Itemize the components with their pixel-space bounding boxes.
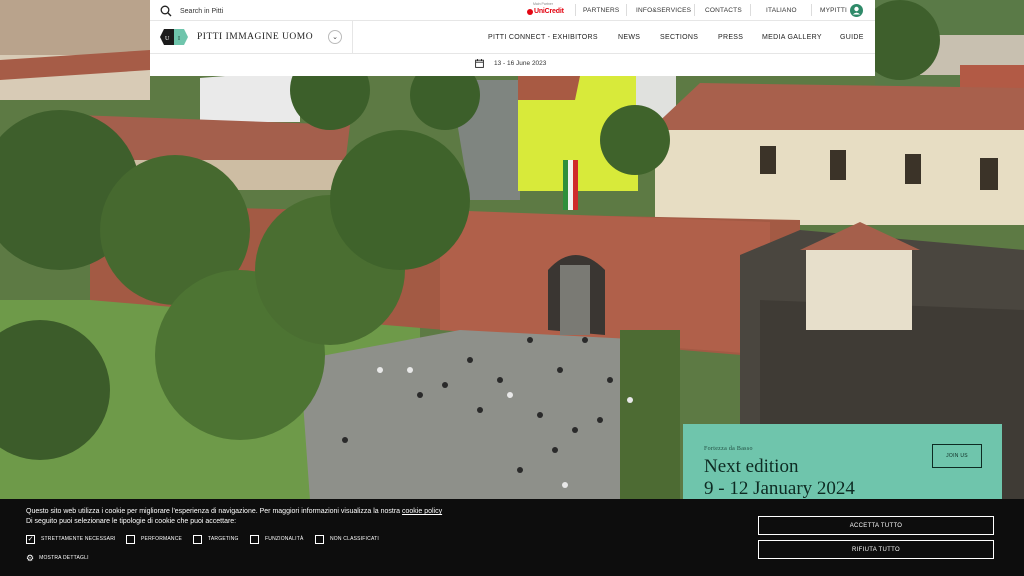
cookie-option-performance[interactable]: PERFORMANCE xyxy=(126,534,182,544)
svg-text:U: U xyxy=(165,36,170,42)
nav-media-gallery[interactable]: MEDIA GALLERY xyxy=(762,21,822,54)
checkbox-unclassified[interactable] xyxy=(315,534,324,544)
language-label: ITALIANO xyxy=(766,6,797,14)
divider xyxy=(575,4,576,16)
checkbox-functionality[interactable] xyxy=(250,534,259,544)
check-icon: ✓ xyxy=(27,535,34,543)
topnav-contacts[interactable]: CONTACTS xyxy=(705,0,742,20)
topnav-mypitti[interactable]: MYPITTI xyxy=(820,0,847,20)
nav-sections-label: SECTIONS xyxy=(660,34,699,41)
pitti-logo-icon[interactable]: U I xyxy=(160,29,188,45)
cookie-option-functionality[interactable]: FUNZIONALITÀ xyxy=(250,534,304,544)
cookie-option-unclassified[interactable]: NON CLASSIFICATI xyxy=(315,534,379,544)
cookie-option-label: FUNZIONALITÀ xyxy=(265,536,304,542)
cookie-option-label: NON CLASSIFICATI xyxy=(330,536,379,542)
cookie-text-intro: Questo sito web utilizza i cookie per mi… xyxy=(26,508,403,515)
partner-name: UniCredit xyxy=(534,8,564,15)
reject-all-label: RIFIUTA TUTTO xyxy=(852,546,900,553)
cookie-option-label: PERFORMANCE xyxy=(141,536,183,542)
divider xyxy=(626,4,627,16)
reject-all-button[interactable]: RIFIUTA TUTTO xyxy=(758,540,994,559)
site-header: Search in Pitti Main Partner UniCredit P… xyxy=(150,0,875,76)
nav-press[interactable]: PRESS xyxy=(718,21,743,54)
topnav-partners-label: PARTNERS xyxy=(583,6,620,14)
calendar-icon xyxy=(475,59,484,68)
nav-guide[interactable]: GUIDE xyxy=(840,21,864,54)
divider xyxy=(694,4,695,16)
partner-caption: Main Partner xyxy=(533,2,554,6)
nav-media-gallery-label: MEDIA GALLERY xyxy=(762,34,822,41)
cookie-subtext: Di seguito puoi selezionare le tipologie… xyxy=(26,518,237,525)
join-us-label: JOIN US xyxy=(946,453,968,459)
nav-news[interactable]: NEWS xyxy=(618,21,640,54)
accept-all-label: ACCETTA TUTTO xyxy=(849,522,903,529)
main-bar: U I PITTI IMMAGINE UOMO ⌄ PITTI CONNECT … xyxy=(150,21,875,54)
edition-title: Next edition xyxy=(704,456,799,477)
accept-all-button[interactable]: ACCETTA TUTTO xyxy=(758,516,994,535)
nav-sections[interactable]: SECTIONS xyxy=(660,21,698,54)
event-date-bar: 13 - 16 June 2023 xyxy=(150,54,875,76)
nav-guide-label: GUIDE xyxy=(840,34,864,41)
user-account-button[interactable] xyxy=(850,4,863,17)
edition-dates: 9 - 12 January 2024 xyxy=(704,478,855,499)
utility-bar: Search in Pitti Main Partner UniCredit P… xyxy=(150,0,875,21)
svg-text:I: I xyxy=(178,36,180,42)
cookie-banner: Questo sito web utilizza i cookie per mi… xyxy=(0,499,1024,576)
nav-press-label: PRESS xyxy=(718,34,744,41)
cookie-option-necessary[interactable]: ✓ STRETTAMENTE NECESSARI xyxy=(26,534,116,544)
checkbox-targeting[interactable] xyxy=(193,534,202,544)
search-trigger[interactable]: Search in Pitti xyxy=(160,4,223,18)
language-switch[interactable]: ITALIANO xyxy=(766,0,797,20)
cookie-option-targeting[interactable]: TARGETING xyxy=(193,534,239,544)
checkbox-necessary[interactable]: ✓ xyxy=(26,534,35,544)
event-dates-text: 13 - 16 June 2023 xyxy=(494,60,547,67)
checkbox-performance[interactable] xyxy=(126,534,135,544)
user-icon xyxy=(852,6,861,15)
show-details-button[interactable]: ⚙ MOSTRA DETTAGLI xyxy=(26,553,89,563)
nav-news-label: NEWS xyxy=(618,34,641,41)
topnav-info-services[interactable]: INFO&SERVICES xyxy=(636,0,691,20)
cookie-option-label: TARGETING xyxy=(208,536,239,542)
search-label: Search in Pitti xyxy=(180,7,224,15)
join-us-button[interactable]: JOIN US xyxy=(932,444,982,468)
brand-name[interactable]: PITTI IMMAGINE UOMO xyxy=(197,32,313,42)
divider xyxy=(811,4,812,16)
topnav-info-services-label: INFO&SERVICES xyxy=(636,6,692,14)
nav-pitti-connect-label: PITTI CONNECT - EXHIBITORS xyxy=(488,34,598,41)
unicredit-icon xyxy=(527,8,533,15)
topnav-mypitti-label: MYPITTI xyxy=(820,6,848,14)
divider xyxy=(352,21,353,54)
topnav-contacts-label: CONTACTS xyxy=(705,6,742,14)
show-details-label: MOSTRA DETTAGLI xyxy=(39,555,89,561)
unicredit-logo: UniCredit xyxy=(527,8,564,15)
main-partner-logo[interactable]: Main Partner UniCredit xyxy=(527,2,564,18)
divider xyxy=(750,4,751,16)
nav-pitti-connect[interactable]: PITTI CONNECT - EXHIBITORS xyxy=(488,21,598,54)
search-icon xyxy=(160,5,172,17)
cookie-text: Questo sito web utilizza i cookie per mi… xyxy=(26,508,442,515)
chevron-down-icon: ⌄ xyxy=(332,33,338,41)
event-dates: 13 - 16 June 2023 xyxy=(475,59,546,68)
gear-icon: ⚙ xyxy=(26,552,35,563)
cookie-option-label: STRETTAMENTE NECESSARI xyxy=(41,536,116,542)
edition-venue: Fortezza da Basso xyxy=(704,446,753,452)
topnav-partners[interactable]: PARTNERS xyxy=(583,0,619,20)
brand-switch-button[interactable]: ⌄ xyxy=(328,30,342,44)
cookie-policy-link[interactable]: cookie policy xyxy=(402,508,442,515)
